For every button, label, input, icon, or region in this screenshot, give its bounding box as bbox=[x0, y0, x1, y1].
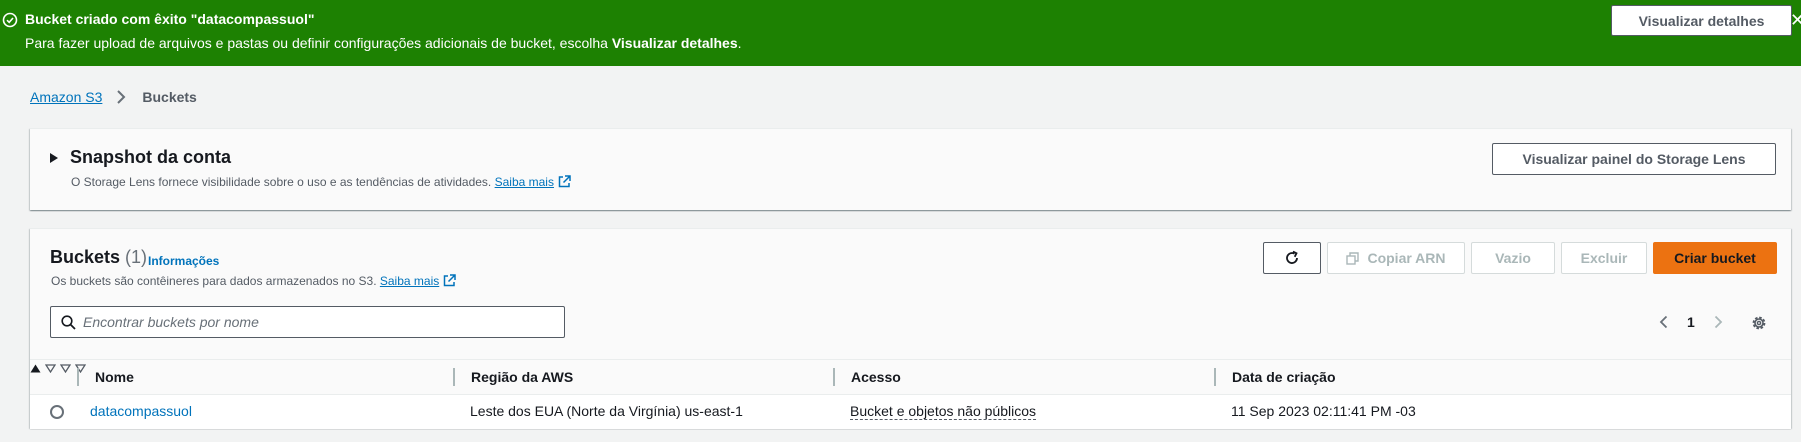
sort-caret-down-icon[interactable] bbox=[59, 364, 71, 374]
view-storage-lens-button[interactable]: Visualizar painel do Storage Lens bbox=[1492, 143, 1776, 175]
breadcrumb-amazon-s3[interactable]: Amazon S3 bbox=[30, 89, 102, 105]
column-divider bbox=[1214, 368, 1216, 386]
snapshot-learn-more-link[interactable]: Saiba mais bbox=[495, 175, 554, 189]
row-select-radio[interactable] bbox=[50, 405, 64, 419]
breadcrumb-current: Buckets bbox=[142, 89, 197, 105]
pagination: 1 bbox=[1657, 314, 1725, 330]
bucket-creation-date: 11 Sep 2023 02:11:41 PM -03 bbox=[1231, 403, 1416, 419]
sort-ascending-icon[interactable] bbox=[30, 364, 41, 373]
table-row[interactable]: datacompassuol Leste dos EUA (Norte da V… bbox=[30, 395, 1791, 429]
buckets-description-text: Os buckets são contêineres para dados ar… bbox=[51, 274, 377, 288]
snapshot-description-text: O Storage Lens fornece visibilidade sobr… bbox=[71, 175, 492, 189]
gear-icon[interactable] bbox=[1750, 314, 1768, 332]
external-link-icon bbox=[444, 274, 456, 287]
column-header-name[interactable]: Nome bbox=[95, 360, 134, 394]
chevron-left-icon[interactable] bbox=[1657, 315, 1671, 329]
copy-arn-button[interactable]: Copiar ARN bbox=[1327, 242, 1465, 274]
table-header: Nome Região da AWS Acesso Data de criaçã… bbox=[30, 359, 1791, 395]
buckets-title: Buckets (1) bbox=[50, 247, 147, 268]
page-number[interactable]: 1 bbox=[1687, 314, 1695, 330]
flash-message-text: Para fazer upload de arquivos e pastas o… bbox=[25, 35, 612, 51]
sort-caret-down-icon[interactable] bbox=[44, 364, 57, 374]
search-input[interactable] bbox=[83, 307, 553, 337]
search-icon bbox=[61, 315, 76, 330]
breadcrumb: Amazon S3 Buckets bbox=[30, 89, 197, 105]
buckets-description: Os buckets são contêineres para dados ar… bbox=[51, 274, 456, 288]
search-box bbox=[50, 306, 565, 338]
buckets-count: (1) bbox=[125, 247, 148, 267]
close-icon[interactable]: ✕ bbox=[1790, 10, 1801, 31]
chevron-right-icon bbox=[117, 90, 126, 104]
external-link-icon bbox=[558, 175, 571, 188]
chevron-right-icon[interactable] bbox=[1711, 315, 1725, 329]
empty-button[interactable]: Vazio bbox=[1471, 242, 1555, 274]
snapshot-description: O Storage Lens fornece visibilidade sobr… bbox=[71, 175, 571, 189]
flash-message: Para fazer upload de arquivos e pastas o… bbox=[25, 35, 742, 51]
success-check-icon bbox=[2, 12, 18, 28]
refresh-icon bbox=[1286, 250, 1298, 264]
snapshot-title[interactable]: Snapshot da conta bbox=[70, 147, 231, 168]
column-divider bbox=[833, 368, 835, 386]
view-details-button[interactable]: Visualizar detalhes bbox=[1611, 5, 1792, 36]
flash-message-end: . bbox=[737, 35, 742, 51]
create-bucket-button[interactable]: Criar bucket bbox=[1653, 242, 1777, 274]
column-divider bbox=[453, 368, 455, 386]
copy-arn-label: Copiar ARN bbox=[1367, 250, 1446, 266]
success-flash-banner: Bucket criado com êxito "datacompassuol"… bbox=[0, 0, 1801, 66]
column-header-region[interactable]: Região da AWS bbox=[471, 360, 573, 394]
flash-title: Bucket criado com êxito "datacompassuol" bbox=[25, 11, 315, 27]
column-divider bbox=[77, 368, 79, 386]
expand-caret-icon[interactable] bbox=[50, 153, 58, 163]
refresh-button[interactable] bbox=[1263, 242, 1321, 274]
bucket-access[interactable]: Bucket e objetos não públicos bbox=[850, 403, 1037, 420]
bucket-region: Leste dos EUA (Norte da Virgínia) us-eas… bbox=[470, 403, 743, 419]
flash-message-bold: Visualizar detalhes bbox=[611, 35, 738, 51]
delete-button[interactable]: Excluir bbox=[1561, 242, 1647, 274]
buckets-learn-more-link[interactable]: Saiba mais bbox=[380, 274, 439, 288]
copy-icon bbox=[1346, 251, 1360, 265]
column-header-creation-date[interactable]: Data de criação bbox=[1232, 360, 1336, 394]
bucket-name-link[interactable]: datacompassuol bbox=[90, 403, 192, 419]
column-header-access[interactable]: Acesso bbox=[851, 360, 901, 394]
buckets-panel: Buckets (1) Informações Os buckets são c… bbox=[30, 228, 1791, 429]
account-snapshot-panel: Snapshot da conta O Storage Lens fornece… bbox=[30, 128, 1791, 210]
buckets-title-text: Buckets bbox=[50, 247, 121, 267]
info-link[interactable]: Informações bbox=[148, 254, 219, 268]
